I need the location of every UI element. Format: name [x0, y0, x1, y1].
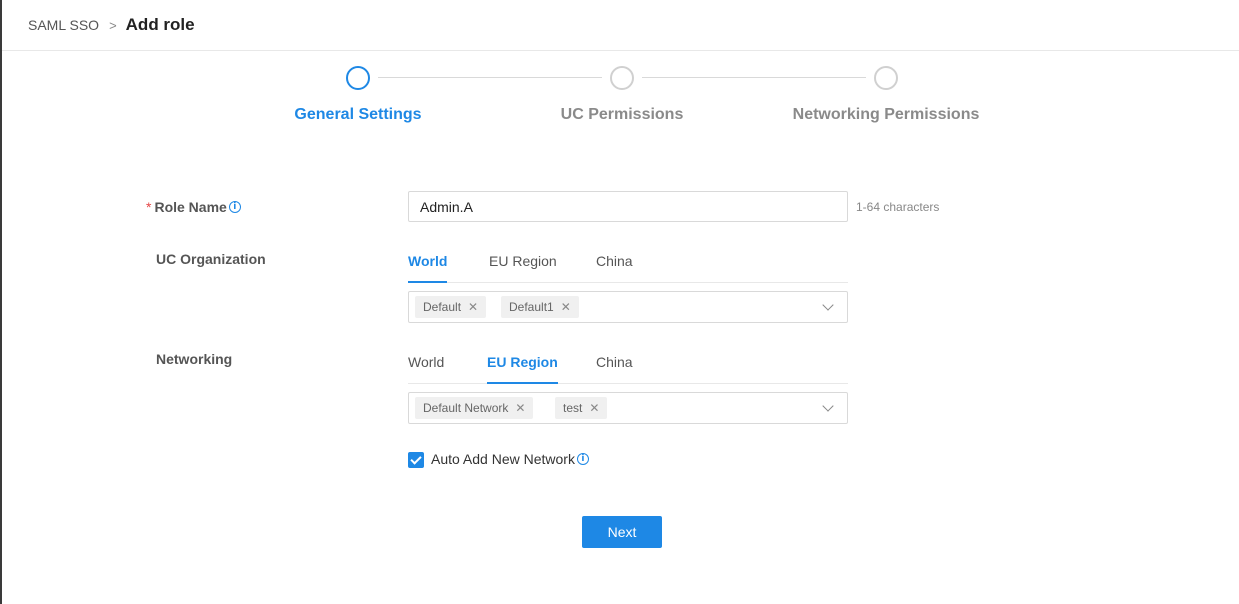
step-3-label: Networking Permissions: [792, 106, 980, 123]
close-icon[interactable]: ✕: [515, 401, 525, 415]
breadcrumb-separator: >: [109, 17, 117, 33]
uc-organization-select[interactable]: Default ✕ Default1 ✕: [408, 291, 848, 323]
required-mark: *: [146, 199, 152, 215]
chevron-down-icon[interactable]: [822, 299, 834, 311]
net-tab-eu-region[interactable]: EU Region: [487, 354, 558, 384]
step-connector-1: [378, 77, 602, 78]
info-circle-icon[interactable]: i: [228, 201, 241, 213]
tag-label: Default: [423, 300, 462, 314]
net-tab-china[interactable]: China: [596, 354, 633, 384]
step-1-label: General Settings: [294, 106, 422, 123]
networking-label: Networking: [156, 351, 233, 367]
window-left-edge: [0, 0, 2, 604]
selected-tag: Default ✕: [415, 296, 487, 318]
uc-tab-world[interactable]: World: [408, 253, 448, 283]
page-title: Add role: [125, 15, 195, 34]
close-icon[interactable]: ✕: [468, 300, 478, 314]
selected-tag: Default Network ✕: [415, 397, 534, 419]
chevron-down-icon[interactable]: [822, 400, 834, 412]
breadcrumb-parent-link[interactable]: SAML SSO: [28, 17, 99, 33]
uc-tab-eu-region[interactable]: EU Region: [489, 253, 557, 283]
close-icon[interactable]: ✕: [589, 401, 599, 415]
step-1-indicator: [346, 66, 370, 90]
info-circle-icon[interactable]: i: [576, 453, 589, 465]
net-tab-world[interactable]: World: [408, 354, 444, 384]
next-button[interactable]: Next: [582, 516, 662, 548]
breadcrumb: SAML SSO > Add role: [2, 0, 1239, 51]
tag-label: test: [563, 401, 583, 415]
auto-add-checkbox[interactable]: [408, 452, 424, 468]
role-name-label: * Role Name i: [146, 199, 241, 215]
tag-label: Default Network: [423, 401, 509, 415]
role-name-label-text: Role Name: [154, 199, 227, 215]
selected-tag: Default1 ✕: [501, 296, 579, 318]
tag-label: Default1: [509, 300, 554, 314]
step-3-indicator: [874, 66, 898, 90]
uc-organization-tabs: World EU Region China: [408, 253, 848, 283]
networking-select[interactable]: Default Network ✕ test ✕: [408, 392, 848, 424]
role-name-hint: 1-64 characters: [856, 200, 940, 214]
networking-tabs: World EU Region China: [408, 354, 848, 384]
step-2-label: UC Permissions: [560, 106, 684, 123]
step-2-indicator: [610, 66, 634, 90]
uc-tab-china[interactable]: China: [596, 253, 633, 283]
uc-organization-label: UC Organization: [156, 251, 266, 267]
selected-tag: test ✕: [555, 397, 608, 419]
auto-add-label: Auto Add New Network i: [431, 451, 589, 467]
close-icon[interactable]: ✕: [561, 300, 571, 314]
auto-add-label-text: Auto Add New Network: [431, 451, 575, 467]
role-name-input[interactable]: [408, 191, 848, 222]
step-connector-2: [642, 77, 866, 78]
